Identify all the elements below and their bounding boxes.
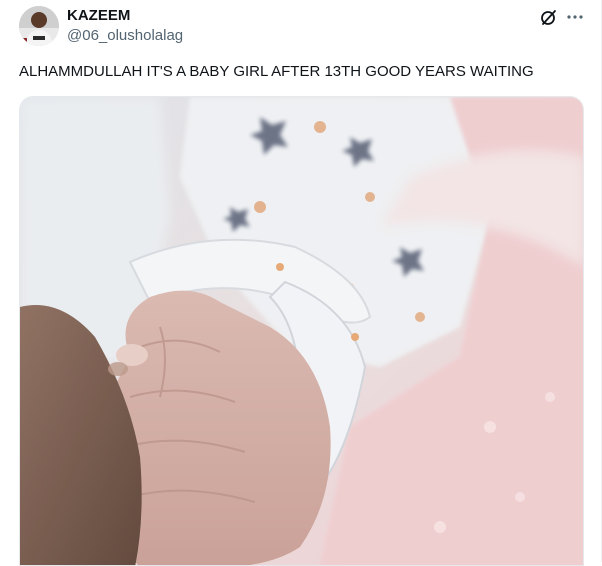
avatar-image	[19, 6, 59, 46]
more-icon	[567, 15, 583, 19]
more-options-button[interactable]	[564, 6, 586, 28]
author-handle[interactable]: @06_olusholalag	[67, 27, 183, 45]
tweet-photo[interactable]	[19, 96, 584, 566]
baby-hand-photo	[20, 97, 583, 565]
grok-icon	[541, 10, 556, 25]
author-name[interactable]: KAZEEM	[67, 7, 130, 25]
tweet-text: ALHAMMDULLAH IT'S A BABY GIRL AFTER 13TH…	[19, 63, 534, 80]
grok-button[interactable]	[538, 6, 560, 28]
avatar[interactable]	[19, 6, 59, 46]
tweet-card: KAZEEM @06_olusholalag ALHAMMDULLAH IT'S…	[0, 0, 602, 566]
